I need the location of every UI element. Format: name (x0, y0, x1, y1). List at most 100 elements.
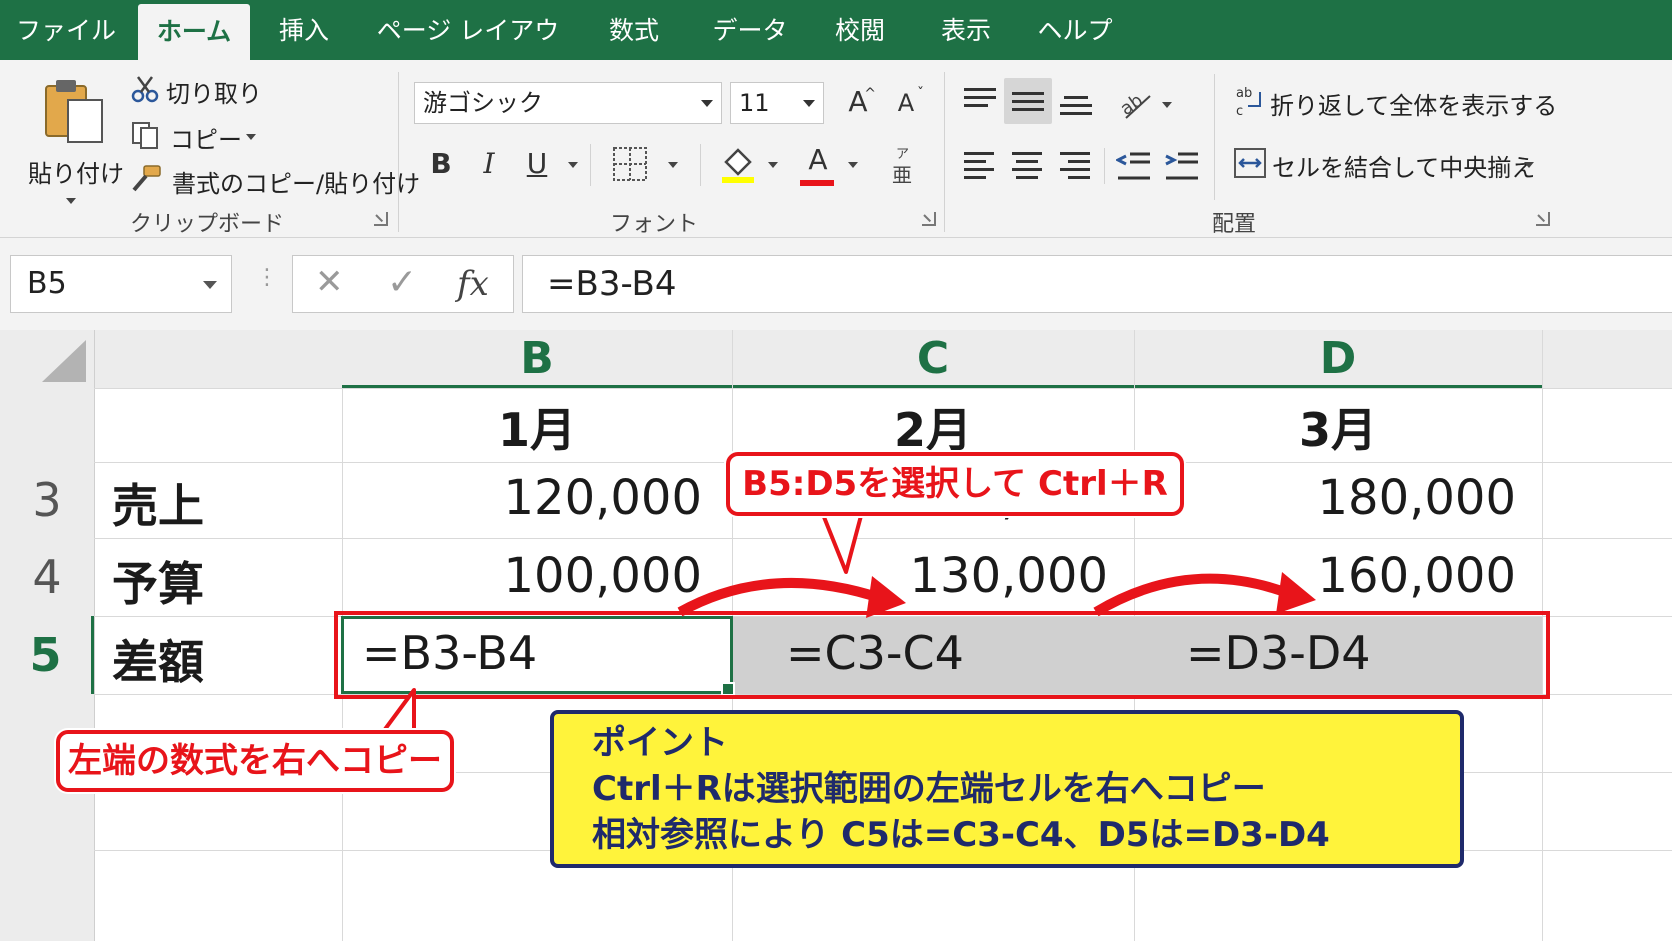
more-options-icon[interactable]: ⋮ (256, 267, 278, 289)
tab-page-layout[interactable]: ページ レイアウト (370, 0, 566, 107)
column-header-e[interactable] (1542, 330, 1672, 388)
align-center-icon[interactable] (1012, 150, 1048, 180)
tab-file[interactable]: ファイル (14, 0, 118, 60)
copy-label: コピー (170, 126, 242, 154)
chevron-down-icon[interactable] (668, 162, 678, 168)
paste-label: 貼り付け (28, 160, 124, 188)
grow-font-button[interactable]: A ^ (838, 82, 878, 122)
range-highlight-box (334, 611, 1550, 699)
phonetic-guide-icon[interactable]: ア 亜 (888, 144, 918, 186)
font-size-value: 11 (739, 89, 770, 117)
toolbar-divider (1214, 74, 1215, 200)
align-left-icon[interactable] (964, 150, 1000, 180)
dialog-launcher-icon[interactable] (1536, 212, 1550, 226)
chevron-down-icon[interactable] (568, 162, 578, 168)
tab-data[interactable]: データ (704, 0, 796, 60)
cell-b4[interactable]: 100,000 (342, 548, 703, 604)
cell-b3[interactable]: 120,000 (342, 470, 703, 526)
column-header-c[interactable]: C (732, 330, 1134, 388)
cell-d2[interactable]: 3月 (1134, 394, 1542, 460)
tab-review[interactable]: 校閲 (820, 0, 900, 60)
row-header-3[interactable]: 3 (0, 462, 94, 538)
font-size-combo[interactable]: 11 (730, 82, 824, 124)
fill-color-icon[interactable] (718, 144, 758, 184)
cell-d3[interactable]: 180,000 (1134, 470, 1517, 526)
copy-button[interactable]: コピー (128, 118, 268, 154)
point-line-1: Ctrl＋Rは選択範囲の左端セルを右へコピー (592, 769, 1266, 809)
svg-text:ab: ab (1236, 86, 1252, 101)
column-header-a[interactable] (94, 330, 342, 388)
formula-value: =B3-B4 (547, 264, 677, 304)
cancel-icon[interactable]: ✕ (315, 262, 344, 302)
italic-button[interactable]: I (472, 144, 506, 184)
name-box[interactable]: B5 (10, 255, 232, 313)
align-right-icon[interactable] (1060, 150, 1096, 180)
tab-formulas[interactable]: 数式 (592, 0, 676, 60)
shrink-font-button[interactable]: Aˇ (886, 82, 926, 122)
svg-text:ア: ア (896, 147, 909, 162)
svg-text:c: c (1236, 104, 1243, 118)
merge-center-label: セルを結合して中央揃え (1272, 154, 1536, 182)
orientation-icon[interactable]: ab (1118, 86, 1154, 122)
underline-button[interactable]: U (520, 144, 554, 184)
clipboard-paste-icon (45, 80, 103, 143)
row-header-4[interactable]: 4 (0, 538, 94, 616)
dialog-launcher-icon[interactable] (922, 212, 936, 226)
dialog-launcher-icon[interactable] (374, 212, 388, 226)
ribbon-tab-bar: ファイル ホーム 挿入 ページ レイアウト 数式 データ 校閲 表示 ヘルプ (0, 0, 1672, 107)
bottom-align-icon[interactable] (1060, 86, 1096, 116)
tab-help[interactable]: ヘルプ (1030, 0, 1120, 60)
point-line-2: 相対参照により C5は=C3-C4、D5は=D3-D4 (592, 815, 1330, 855)
paste-button[interactable]: 貼り付け (22, 72, 124, 204)
chevron-down-icon (803, 100, 815, 107)
format-painter-button[interactable]: 書式のコピー/貼り付け (128, 162, 420, 198)
cut-button[interactable]: 切り取り (128, 72, 268, 108)
group-divider (398, 72, 399, 232)
chevron-down-icon (66, 198, 76, 204)
insert-function-icon[interactable]: fx (457, 264, 489, 304)
merge-center-button[interactable]: セルを結合して中央揃え (1232, 144, 1544, 184)
cell-a3[interactable]: 売上 (112, 470, 204, 536)
increase-indent-icon[interactable] (1164, 150, 1200, 182)
gridline (94, 538, 1672, 539)
toolbar-divider (700, 144, 701, 186)
enter-icon[interactable]: ✓ (387, 262, 417, 303)
chevron-down-icon[interactable] (848, 162, 858, 168)
tab-insert[interactable]: 挿入 (262, 0, 346, 60)
cell-a4[interactable]: 予算 (112, 548, 204, 614)
borders-icon[interactable] (612, 146, 648, 182)
cell-c2[interactable]: 2月 (732, 394, 1134, 460)
point-title: ポイント (592, 723, 728, 763)
font-color-button[interactable]: A (798, 140, 838, 186)
chevron-down-icon[interactable] (768, 162, 778, 168)
top-align-icon[interactable] (964, 86, 1000, 116)
middle-align-icon[interactable] (1012, 86, 1048, 116)
cell-d4[interactable]: 160,000 (1134, 548, 1517, 604)
chevron-down-icon[interactable] (1162, 102, 1172, 108)
cell-c4[interactable]: 130,000 (732, 548, 1109, 604)
cell-a5[interactable]: 差額 (112, 626, 204, 692)
column-header-d[interactable]: D (1134, 330, 1542, 388)
formula-buttons: ✕ ✓ fx (292, 255, 514, 313)
alignment-group-label: 配置 (1212, 212, 1257, 237)
wrap-text-icon: ab c (1236, 86, 1261, 118)
font-name-value: 游ゴシック (423, 89, 543, 117)
row-header-5[interactable]: 5 (0, 616, 94, 694)
toolbar-divider (590, 144, 591, 186)
cell-b2[interactable]: 1月 (342, 394, 732, 460)
bold-button[interactable]: B (424, 144, 458, 184)
ribbon-home: 貼り付け 切り取り コピー 書式のコピー/貼り付け クリップボード 游ゴシック (0, 60, 1672, 238)
select-all-corner[interactable] (0, 330, 94, 388)
formula-input[interactable]: =B3-B4 (522, 255, 1672, 313)
svg-text:亜: 亜 (892, 163, 912, 186)
tab-home[interactable]: ホーム (138, 4, 250, 60)
column-header-b[interactable]: B (342, 330, 732, 388)
row-header-2[interactable] (0, 388, 94, 462)
wrap-text-button[interactable]: ab c 折り返して全体を表示する (1232, 82, 1557, 122)
decrease-indent-icon[interactable] (1116, 150, 1152, 182)
merge-center-icon (1234, 148, 1266, 178)
scissors-icon (131, 76, 159, 103)
format-painter-label: 書式のコピー/貼り付け (172, 170, 421, 198)
font-name-combo[interactable]: 游ゴシック (414, 82, 722, 124)
tab-view[interactable]: 表示 (926, 0, 1006, 60)
